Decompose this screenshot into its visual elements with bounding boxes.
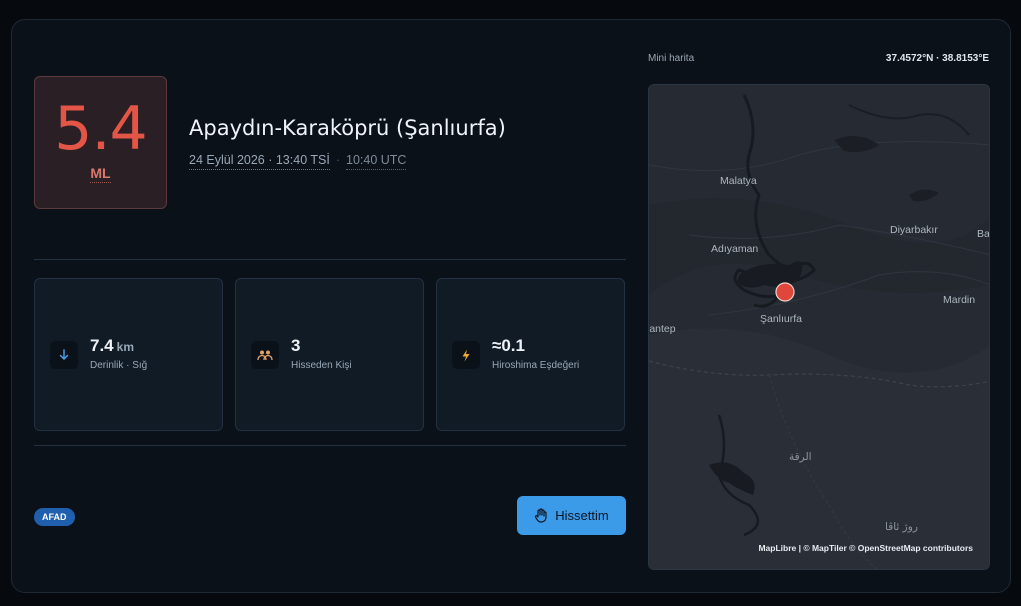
stat-label: Derinlik · Sığ — [90, 360, 148, 371]
map-title: Mini harita — [648, 53, 695, 64]
map-label-sanliurfa: Şanlıurfa — [760, 313, 802, 325]
stat-felt-count: 3 Hisseden Kişi — [235, 278, 424, 431]
map-label-gaziantep: iantep — [649, 323, 676, 335]
stat-value: ≈0.1 — [492, 336, 525, 355]
map-label-batman: Ba — [977, 228, 990, 240]
felt-button-label: Hissettim — [555, 508, 609, 523]
epicenter-marker — [775, 282, 795, 302]
divider — [34, 259, 626, 260]
time-separator: · — [335, 153, 341, 167]
stat-unit: km — [116, 340, 134, 354]
felt-button[interactable]: Hissettim — [517, 496, 626, 535]
utc-time[interactable]: 10:40 UTC — [346, 153, 407, 170]
map-label-rojava: روژ ئاڤا — [885, 521, 918, 533]
stat-label: Hiroshima Eşdeğeri — [492, 360, 580, 371]
source-badge: AFAD — [34, 508, 75, 526]
mini-map[interactable]: Malatya Diyarbakır Adıyaman Ba Mardin ia… — [648, 84, 990, 570]
local-time[interactable]: 24 Eylül 2026 · 13:40 TSİ — [189, 153, 330, 170]
lightning-icon — [452, 341, 480, 369]
event-time: 24 Eylül 2026 · 13:40 TSİ · 10:40 UTC — [189, 153, 407, 170]
arrow-down-icon — [50, 341, 78, 369]
magnitude-box: 5.4 ML — [34, 76, 167, 209]
earthquake-card: 5.4 ML Apaydın-Karaköprü (Şanlıurfa) 24 … — [11, 19, 1011, 593]
magnitude-value: 5.4 — [54, 94, 147, 164]
map-label-raqqa: الرقة — [789, 451, 812, 463]
stat-label: Hisseden Kişi — [291, 360, 352, 371]
divider — [34, 445, 626, 446]
stat-energy: ≈0.1 Hiroshima Eşdeğeri — [436, 278, 625, 431]
stat-value: 3 — [291, 336, 301, 355]
map-coordinates: 37.4572°N · 38.8153°E — [885, 53, 989, 64]
map-attribution[interactable]: MapLibre | © MapTiler © OpenStreetMap co… — [758, 543, 973, 553]
map-label-malatya: Malatya — [720, 175, 757, 187]
location-title: Apaydın-Karaköprü (Şanlıurfa) — [189, 116, 506, 140]
magnitude-scale[interactable]: ML — [90, 165, 111, 183]
hand-icon — [535, 508, 547, 523]
stat-value: 7.4 km — [90, 336, 134, 355]
map-label-adiyaman: Adıyaman — [711, 243, 758, 255]
stat-depth: 7.4 km Derinlik · Sığ — [34, 278, 223, 431]
map-label-mardin: Mardin — [943, 294, 975, 306]
map-label-diyarbakir: Diyarbakır — [890, 224, 938, 236]
people-icon — [251, 341, 279, 369]
